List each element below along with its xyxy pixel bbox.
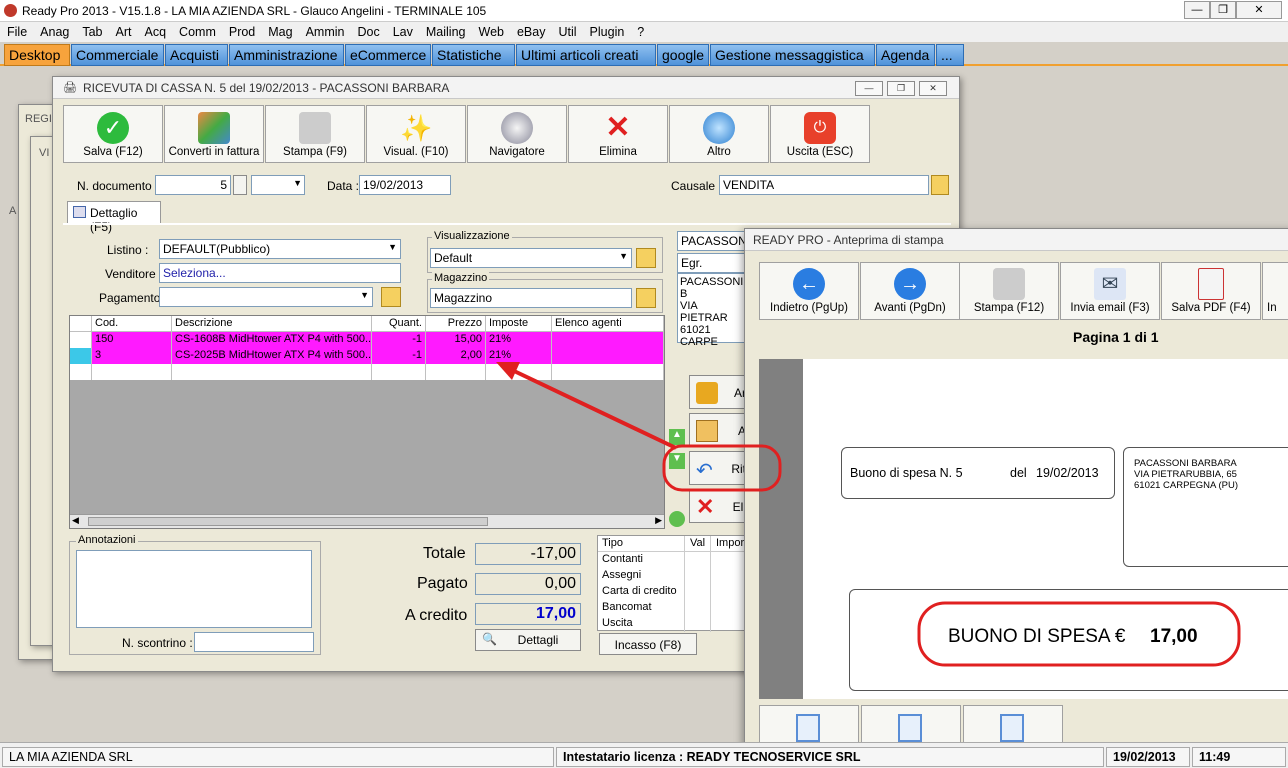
- annotation-circle-ritorna: [662, 444, 782, 492]
- annotation-arrow-line: [511, 368, 677, 450]
- status-license: Intestatario licenza : READY TECNOSERVIC…: [556, 747, 1104, 767]
- status-time: 11:49: [1192, 747, 1286, 767]
- annotation-circle-buono: [917, 601, 1241, 667]
- status-date: 19/02/2013: [1106, 747, 1190, 767]
- status-bar: LA MIA AZIENDA SRL Intestatario licenza …: [0, 742, 1288, 768]
- annotation-overlay: [496, 362, 1241, 667]
- status-company: LA MIA AZIENDA SRL: [2, 747, 554, 767]
